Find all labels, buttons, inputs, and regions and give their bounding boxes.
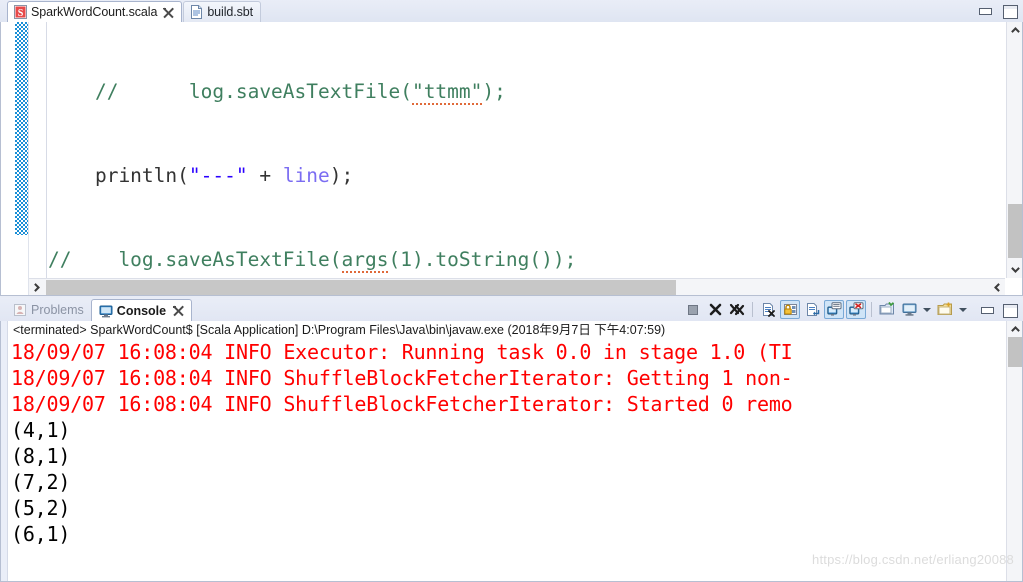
console-icon — [99, 304, 113, 318]
toolbar-separator — [974, 302, 975, 317]
scroll-up-icon[interactable] — [1007, 22, 1022, 38]
editor-tab-label: build.sbt — [207, 5, 253, 19]
word-wrap-button[interactable] — [802, 300, 822, 319]
annotation-column — [29, 22, 46, 295]
code-editor[interactable]: // log.saveAsTextFile("ttmm"); println("… — [1, 22, 1022, 295]
editor-tab-label: SparkWordCount.scala — [31, 5, 158, 19]
show-console-on-output-button[interactable] — [824, 300, 844, 319]
svg-text:S: S — [18, 8, 24, 19]
eclipse-workbench-window: S SparkWordCount.scala build.sbt // log.… — [0, 0, 1023, 582]
close-icon[interactable] — [163, 7, 174, 18]
maximize-icon[interactable] — [1002, 303, 1018, 318]
console-toolbar — [682, 300, 1021, 319]
show-console-on-error-button[interactable] — [846, 300, 866, 319]
editor-tab-sparkwordcount[interactable]: S SparkWordCount.scala — [7, 1, 183, 22]
close-icon[interactable] — [173, 305, 184, 316]
tab-problems[interactable]: Problems — [6, 299, 91, 321]
scroll-down-icon[interactable] — [1007, 262, 1022, 278]
console-left-margin — [1, 321, 8, 581]
editor-vertical-scrollbar[interactable] — [1006, 22, 1022, 278]
watermark: https://blog.csdn.net/erliang20088 — [812, 552, 1014, 567]
remove-launch-button[interactable] — [705, 300, 725, 319]
console-tab-bar: Problems Console — [0, 298, 1023, 321]
tab-label: Console — [116, 303, 167, 318]
clear-console-button[interactable] — [758, 300, 778, 319]
tab-label: Problems — [31, 303, 84, 317]
minimize-icon[interactable] — [977, 4, 992, 18]
console-log-line: (7,2) — [11, 470, 71, 494]
console-scrollbar-thumb[interactable] — [1008, 337, 1022, 367]
console-log-line: (5,2) — [11, 496, 71, 520]
vertical-scrollbar-thumb[interactable] — [1008, 204, 1022, 258]
code-line: // log.saveAsTextFile("ttmm"); — [48, 80, 506, 105]
console-log-line: (6,1) — [11, 522, 71, 546]
code-line: println("---" + line); — [48, 164, 354, 187]
open-console-button[interactable] — [935, 300, 955, 319]
console-log-line: 18/09/07 16:08:04 INFO ShuffleBlockFetch… — [11, 366, 793, 390]
code-line: // log.saveAsTextFile(args(1).toString()… — [48, 248, 577, 273]
console-log-line: (8,1) — [11, 444, 71, 468]
scala-file-icon: S — [14, 5, 27, 19]
scroll-left-icon[interactable] — [29, 279, 45, 295]
code-content[interactable]: // log.saveAsTextFile("ttmm"); println("… — [48, 22, 1002, 295]
console-log-line: (4,1) — [11, 418, 71, 442]
console-log-line: 18/09/07 16:08:04 INFO Executor: Running… — [11, 340, 793, 364]
console-vertical-scrollbar[interactable] — [1006, 321, 1022, 581]
console-text-content[interactable]: <terminated> SparkWordCount$ [Scala Appl… — [11, 321, 1006, 581]
editor-gutter[interactable] — [1, 22, 47, 295]
console-output-area[interactable]: <terminated> SparkWordCount$ [Scala Appl… — [0, 321, 1023, 582]
editor-part: S SparkWordCount.scala build.sbt // log.… — [0, 0, 1023, 296]
editor-horizontal-scrollbar[interactable] — [29, 278, 1005, 295]
remove-all-terminated-button[interactable] — [727, 300, 747, 319]
problems-icon — [13, 303, 27, 317]
display-selected-console-button[interactable] — [899, 300, 919, 319]
chevron-down-icon[interactable] — [923, 307, 931, 312]
toolbar-separator — [871, 302, 872, 317]
toolbar-separator — [752, 302, 753, 317]
console-log-line: 18/09/07 16:08:04 INFO ShuffleBlockFetch… — [11, 392, 793, 416]
change-bar — [15, 22, 28, 235]
text-file-icon — [190, 5, 203, 19]
console-part: Problems Console <terminated> SparkWordC… — [0, 298, 1023, 582]
editor-tab-buildsbt[interactable]: build.sbt — [183, 1, 261, 22]
minimize-icon[interactable] — [979, 303, 994, 317]
scroll-right-icon[interactable] — [989, 279, 1005, 295]
chevron-down-icon[interactable] — [959, 307, 967, 312]
terminated-status-line: <terminated> SparkWordCount$ [Scala Appl… — [13, 323, 666, 337]
pin-console-button[interactable] — [877, 300, 897, 319]
terminate-button[interactable] — [683, 300, 703, 319]
scroll-lock-button[interactable] — [780, 300, 800, 319]
editor-window-controls — [977, 4, 1018, 19]
maximize-icon[interactable] — [1002, 4, 1018, 19]
tab-console[interactable]: Console — [90, 299, 193, 321]
editor-tab-bar: S SparkWordCount.scala build.sbt — [0, 0, 1023, 22]
scroll-up-icon[interactable] — [1007, 321, 1023, 337]
horizontal-scrollbar-thumb[interactable] — [46, 280, 676, 295]
editor-frame: // log.saveAsTextFile("ttmm"); println("… — [0, 22, 1023, 296]
